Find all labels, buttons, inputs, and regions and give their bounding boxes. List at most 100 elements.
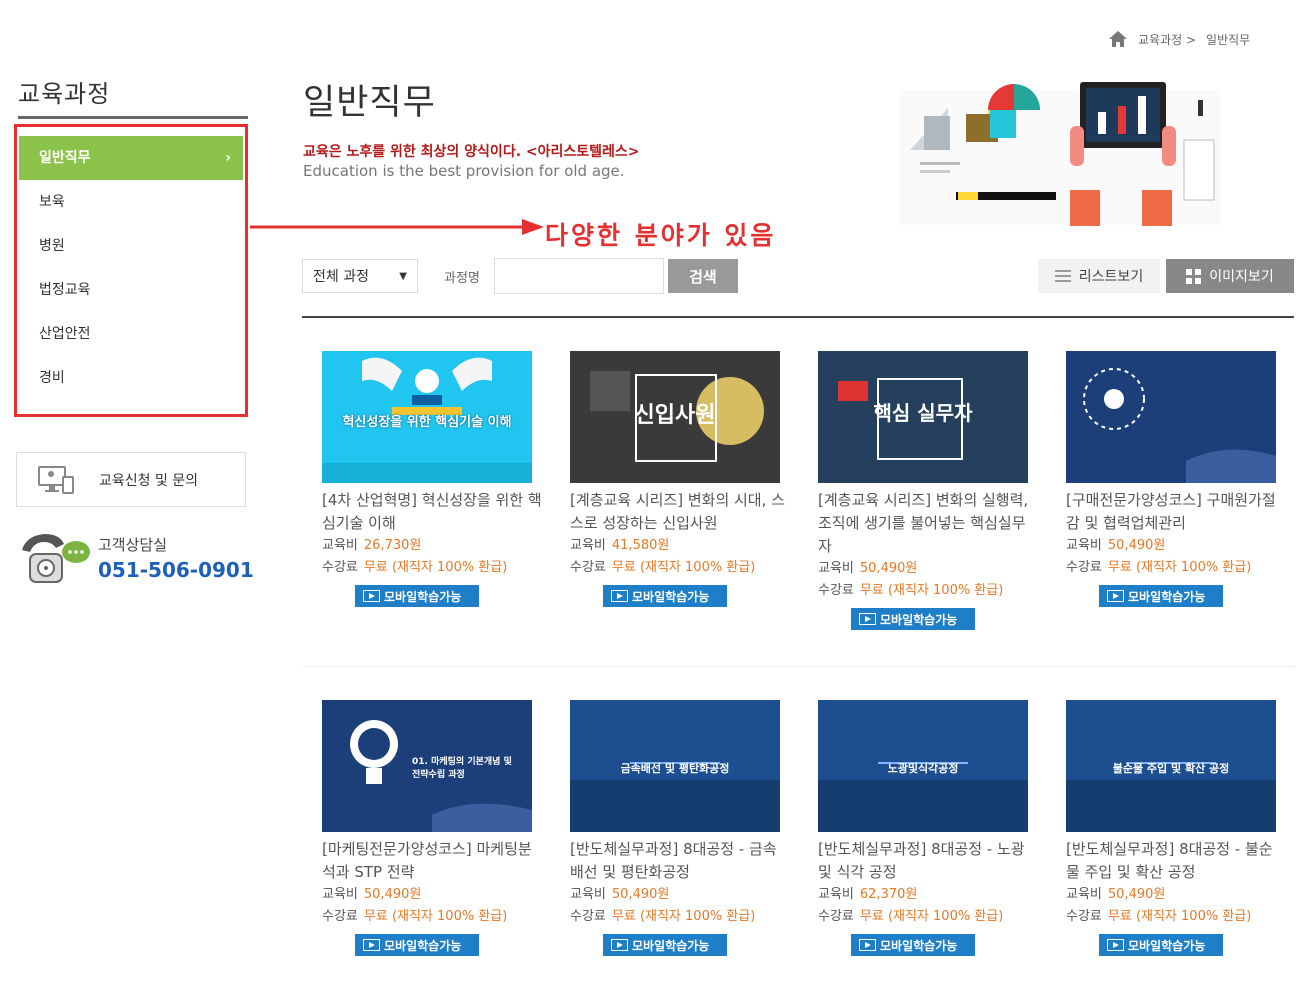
course-fee: 교육비 50,490원 [570,884,790,906]
course-tuition: 수강료 무료 (재직자 100% 환급) [1066,557,1286,579]
row-divider [302,666,1294,667]
course-card[interactable]: 불순물 주입 및 확산 공정 [반도체실무과정] 8대공정 - 불순물 주입 및… [1066,700,1286,956]
mobile-learning-badge: 모바일학습가능 [603,585,727,607]
mobile-learning-badge: 모바일학습가능 [851,608,975,630]
course-fee: 교육비 41,580원 [570,535,790,557]
course-title[interactable]: [구매전문가양성코스] 구매원가절감 및 협력업체관리 [1066,489,1286,535]
mobile-learning-label: 모바일학습가능 [880,612,958,627]
sidebar-item-general[interactable]: 일반직무 › [19,136,243,180]
sidebar-item-legal[interactable]: 법정교육 [19,268,243,312]
course-title[interactable]: [계층교육 시리즈] 변화의 시대, 스스로 성장하는 신입사원 [570,489,790,535]
course-title[interactable]: [계층교육 시리즈] 변화의 실행력, 조직에 생기를 불어넣는 핵심실무자 [818,489,1038,558]
tuition-label: 수강료 [322,909,358,924]
fee-label: 교육비 [1066,538,1102,553]
course-thumbnail[interactable]: 01. 마케팅의 기본개념 및 전략수립 과정 [322,700,532,832]
sidebar-title-divider [18,116,248,119]
course-fee: 교육비 50,490원 [1066,535,1286,557]
sidebar-item-safety[interactable]: 산업안전 [19,312,243,356]
sidebar-title: 교육과정 [18,80,111,108]
course-card[interactable]: 신입사원 [계층교육 시리즈] 변화의 시대, 스스로 성장하는 신입사원 교육… [570,351,790,607]
tuition-value: 무료 (재직자 100% 환급) [859,909,1004,924]
fee-label: 교육비 [1066,887,1102,902]
fee-value: 26,730원 [363,538,422,553]
image-view-label: 이미지보기 [1209,269,1274,285]
course-title[interactable]: [반도체실무과정] 8대공정 - 불순물 주입 및 확산 공정 [1066,838,1286,884]
monitor-icon [38,465,74,494]
mobile-learning-label: 모바일학습가능 [880,938,958,953]
course-thumbnail[interactable]: 노광및식각공정 [818,700,1028,832]
image-view-button[interactable]: 이미지보기 [1166,259,1294,293]
play-icon [859,613,876,625]
tuition-value: 무료 (재직자 100% 환급) [363,560,508,575]
tuition-label: 수강료 [570,909,606,924]
mobile-learning-label: 모바일학습가능 [632,938,710,953]
home-icon[interactable] [1108,30,1128,48]
course-title[interactable]: [마케팅전문가양성코스] 마케팅분석과 STP 전략 [322,838,542,884]
content-divider [302,316,1294,318]
course-tuition: 수강료 무료 (재직자 100% 환급) [322,906,542,928]
tuition-label: 수강료 [1066,909,1102,924]
sidebar-item-hospital[interactable]: 병원 [19,224,243,268]
course-fee: 교육비 50,490원 [818,558,1038,580]
play-icon [1107,939,1124,951]
course-type-value: 전체 과정 [313,269,369,285]
tuition-value: 무료 (재직자 100% 환급) [611,909,756,924]
chevron-down-icon: ▼ [399,270,407,282]
quote-korean: 교육은 노후를 위한 최상의 양식이다. <아리스토텔레스> [303,144,640,160]
course-title[interactable]: [반도체실무과정] 8대공정 - 노광 및 식각 공정 [818,838,1038,884]
course-name-input[interactable] [493,258,664,294]
fee-value: 50,490원 [1107,887,1166,902]
course-tuition: 수강료 무료 (재직자 100% 환급) [818,580,1038,602]
course-thumbnail[interactable] [1066,351,1276,483]
mobile-learning-label: 모바일학습가능 [384,938,462,953]
tuition-value: 무료 (재직자 100% 환급) [1107,560,1252,575]
sidebar-item-security[interactable]: 경비 [19,356,243,400]
fee-label: 교육비 [322,887,358,902]
course-fee: 교육비 26,730원 [322,535,542,557]
course-card[interactable]: 혁신성장을 위한 핵심기술 이해 [4차 산업혁명] 혁신성장을 위한 핵심기술… [322,351,542,607]
course-thumbnail-text: 금속배선 및 평탄화공정 [620,762,730,775]
course-card[interactable]: 핵심 실무자 [계층교육 시리즈] 변화의 실행력, 조직에 생기를 불어넣는 … [818,351,1038,630]
course-thumbnail[interactable]: 신입사원 [570,351,780,483]
support-label: 고객상담실 [98,536,168,554]
play-icon [859,939,876,951]
course-card[interactable]: 노광및식각공정 [반도체실무과정] 8대공정 - 노광 및 식각 공정 교육비 6… [818,700,1038,956]
telephone-icon [22,534,90,583]
sidebar-item-childcare[interactable]: 보육 [19,180,243,224]
page-title: 일반직무 [303,83,436,123]
hero-illustration [900,82,1220,226]
sidebar-menu: 일반직무 › 보육 병원 법정교육 산업안전 경비 [14,124,248,417]
mobile-learning-badge: 모바일학습가능 [1099,934,1223,956]
course-fee: 교육비 62,370원 [818,884,1038,906]
course-card[interactable]: 01. 마케팅의 기본개념 및 전략수립 과정 [마케팅전문가양성코스] 마케팅… [322,700,542,956]
list-view-button[interactable]: 리스트보기 [1038,259,1160,293]
course-card[interactable]: [구매전문가양성코스] 구매원가절감 및 협력업체관리 교육비 50,490원 수… [1066,351,1286,607]
course-thumbnail[interactable]: 금속배선 및 평탄화공정 [570,700,780,832]
search-button[interactable]: 검색 [667,259,738,293]
tuition-label: 수강료 [570,560,606,575]
course-fee: 교육비 50,490원 [1066,884,1286,906]
course-thumbnail[interactable]: 핵심 실무자 [818,351,1028,483]
course-type-select[interactable]: 전체 과정 ▼ [302,259,418,293]
course-thumbnail[interactable]: 불순물 주입 및 확산 공정 [1066,700,1276,832]
course-thumbnail-text: 불순물 주입 및 확산 공정 [1112,762,1230,775]
support-phone[interactable]: 051-506-0901 [98,558,254,582]
tuition-label: 수강료 [818,909,854,924]
course-title[interactable]: [4차 산업혁명] 혁신성장을 위한 핵심기술 이해 [322,489,542,535]
course-card[interactable]: 금속배선 및 평탄화공정 [반도체실무과정] 8대공정 - 금속배선 및 평탄화… [570,700,790,956]
apply-inquiry-button[interactable]: 교육신청 및 문의 [16,452,246,507]
breadcrumb-item-curriculum[interactable]: 교육과정 > [1138,31,1196,48]
mobile-learning-badge: 모바일학습가능 [851,934,975,956]
fee-value: 41,580원 [611,538,670,553]
fee-value: 50,490원 [859,561,918,576]
course-thumbnail-text: 01. 마케팅의 기본개념 및 전략수립 과정 [412,757,512,780]
course-title[interactable]: [반도체실무과정] 8대공정 - 금속배선 및 평탄화공정 [570,838,790,884]
fee-label: 교육비 [322,538,358,553]
course-thumbnail[interactable]: 혁신성장을 위한 핵심기술 이해 [322,351,532,483]
play-icon [1107,590,1124,602]
course-thumbnail-text: 핵심 실무자 [873,401,973,425]
quote-english: Education is the best provision for old … [303,162,625,180]
grid-icon [1186,268,1202,284]
list-icon [1054,270,1071,282]
mobile-learning-badge: 모바일학습가능 [603,934,727,956]
